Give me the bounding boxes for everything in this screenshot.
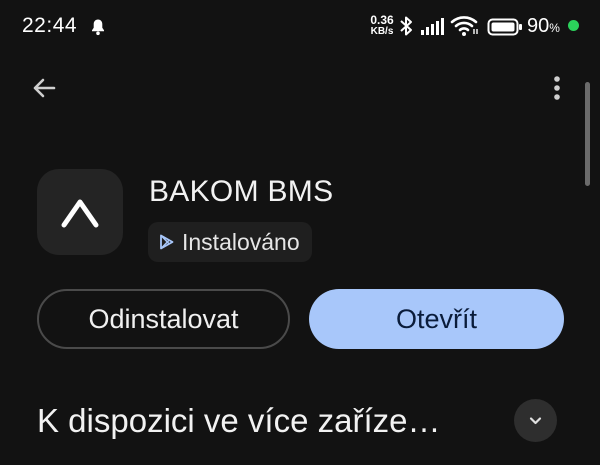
chevron-down-icon (529, 417, 542, 425)
battery-value: 90 (527, 15, 550, 37)
more-vert-icon[interactable] (545, 72, 569, 104)
available-on-more-devices-title: K dispozici ve více zaříze… (37, 402, 441, 439)
charging-dot-icon (568, 20, 579, 31)
app-icon (37, 169, 123, 255)
installed-status-badge: Instalováno (148, 222, 312, 262)
network-speed: 0.36 KB/s (367, 13, 397, 37)
installed-status-label: Instalováno (182, 228, 300, 255)
play-store-icon (160, 234, 174, 250)
battery-icon (487, 18, 522, 36)
signal-icon (421, 18, 444, 35)
bluetooth-icon (400, 16, 412, 36)
network-speed-value: 0.36 (370, 13, 394, 27)
status-time: 22:44 (22, 14, 78, 37)
battery-unit: % (549, 21, 560, 35)
battery-percentage: 90% (527, 15, 560, 38)
open-button[interactable]: Otevřít (309, 289, 564, 349)
uninstall-button[interactable]: Odinstalovat (37, 289, 290, 349)
app-logo-chevron-up-icon (61, 199, 99, 228)
arrow-back-icon[interactable] (28, 72, 60, 104)
scrollbar[interactable] (585, 82, 590, 186)
status-bar: 22:44 0.36 KB/s 90% (0, 0, 600, 56)
network-speed-unit: KB/s (370, 26, 394, 37)
expand-section-button[interactable] (514, 399, 557, 442)
app-name: BAKOM BMS (149, 175, 334, 208)
bell-icon (92, 19, 104, 36)
wifi-icon (450, 16, 478, 36)
app-details-screen: 22:44 0.36 KB/s 90% BAKOM BMS Instalován… (0, 0, 600, 465)
